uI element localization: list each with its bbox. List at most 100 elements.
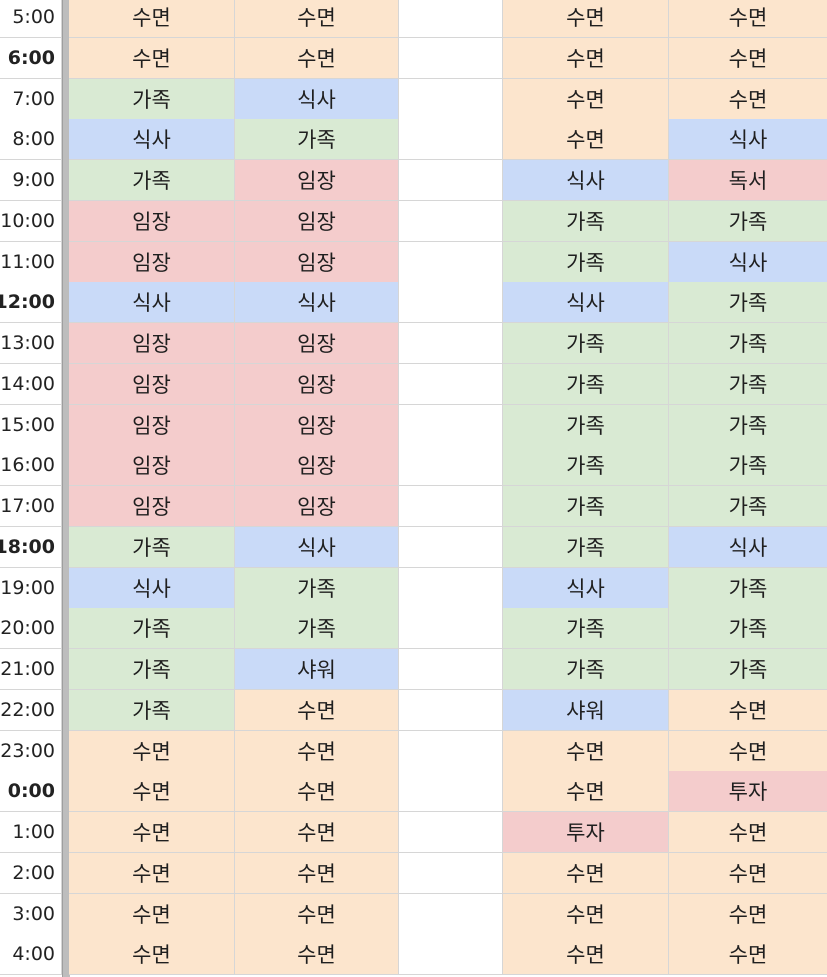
- schedule-cell[interactable]: 식사: [69, 119, 235, 161]
- schedule-cell[interactable]: 가족: [69, 160, 235, 201]
- schedule-cell[interactable]: 수면: [503, 893, 669, 935]
- time-label[interactable]: 23:00: [0, 730, 62, 772]
- empty-cell[interactable]: [399, 241, 503, 283]
- schedule-cell[interactable]: 샤워: [235, 649, 399, 690]
- empty-cell[interactable]: [399, 37, 503, 79]
- schedule-cell[interactable]: 식사: [503, 160, 669, 201]
- schedule-cell[interactable]: 수면: [235, 0, 399, 38]
- time-label[interactable]: 20:00: [0, 608, 62, 650]
- schedule-cell[interactable]: 식사: [669, 119, 827, 161]
- schedule-cell[interactable]: 식사: [503, 567, 669, 609]
- schedule-cell[interactable]: 가족: [69, 78, 235, 120]
- schedule-cell[interactable]: 가족: [503, 241, 669, 283]
- schedule-cell[interactable]: 수면: [69, 893, 235, 935]
- schedule-cell[interactable]: 가족: [69, 649, 235, 690]
- schedule-cell[interactable]: 임장: [235, 160, 399, 201]
- time-label[interactable]: 19:00: [0, 567, 62, 609]
- schedule-cell[interactable]: 수면: [235, 689, 399, 731]
- empty-cell[interactable]: [399, 78, 503, 120]
- time-label[interactable]: 17:00: [0, 486, 62, 527]
- time-label[interactable]: 11:00: [0, 241, 62, 283]
- schedule-cell[interactable]: 수면: [669, 730, 827, 772]
- time-label[interactable]: 5:00: [0, 0, 62, 38]
- empty-cell[interactable]: [399, 934, 503, 976]
- empty-cell[interactable]: [399, 893, 503, 935]
- empty-cell[interactable]: [399, 608, 503, 650]
- time-label[interactable]: 15:00: [0, 404, 62, 446]
- schedule-cell[interactable]: 가족: [503, 649, 669, 690]
- schedule-cell[interactable]: 수면: [69, 812, 235, 853]
- schedule-cell[interactable]: 가족: [503, 486, 669, 527]
- schedule-cell[interactable]: 임장: [69, 323, 235, 364]
- schedule-cell[interactable]: 수면: [69, 934, 235, 976]
- schedule-cell[interactable]: 수면: [669, 893, 827, 935]
- schedule-cell[interactable]: 수면: [503, 78, 669, 120]
- empty-cell[interactable]: [399, 730, 503, 772]
- schedule-cell[interactable]: 임장: [69, 486, 235, 527]
- schedule-cell[interactable]: 수면: [503, 730, 669, 772]
- schedule-cell[interactable]: 수면: [503, 852, 669, 894]
- time-label[interactable]: 12:00: [0, 282, 62, 324]
- empty-cell[interactable]: [399, 160, 503, 201]
- time-label[interactable]: 8:00: [0, 119, 62, 161]
- schedule-cell[interactable]: 식사: [669, 241, 827, 283]
- schedule-cell[interactable]: 수면: [235, 852, 399, 894]
- schedule-cell[interactable]: 가족: [669, 445, 827, 487]
- schedule-cell[interactable]: 임장: [235, 486, 399, 527]
- time-label[interactable]: 1:00: [0, 812, 62, 853]
- time-label[interactable]: 6:00: [0, 37, 62, 79]
- schedule-cell[interactable]: 수면: [503, 37, 669, 79]
- schedule-cell[interactable]: 가족: [69, 526, 235, 568]
- schedule-cell[interactable]: 가족: [503, 608, 669, 650]
- time-label[interactable]: 10:00: [0, 200, 62, 242]
- time-label[interactable]: 9:00: [0, 160, 62, 201]
- schedule-cell[interactable]: 수면: [235, 812, 399, 853]
- empty-cell[interactable]: [399, 689, 503, 731]
- schedule-cell[interactable]: 수면: [69, 0, 235, 38]
- schedule-cell[interactable]: 가족: [669, 323, 827, 364]
- schedule-cell[interactable]: 수면: [503, 934, 669, 976]
- schedule-cell[interactable]: 식사: [235, 78, 399, 120]
- schedule-cell[interactable]: 가족: [669, 649, 827, 690]
- time-label[interactable]: 21:00: [0, 649, 62, 690]
- schedule-cell[interactable]: 수면: [669, 0, 827, 38]
- empty-cell[interactable]: [399, 0, 503, 38]
- schedule-cell[interactable]: 임장: [235, 445, 399, 487]
- time-label[interactable]: 4:00: [0, 934, 62, 976]
- schedule-cell[interactable]: 수면: [669, 852, 827, 894]
- schedule-cell[interactable]: 수면: [669, 934, 827, 976]
- time-label[interactable]: 3:00: [0, 893, 62, 935]
- schedule-cell[interactable]: 수면: [669, 78, 827, 120]
- empty-cell[interactable]: [399, 119, 503, 161]
- schedule-cell[interactable]: 식사: [69, 282, 235, 324]
- time-label[interactable]: 22:00: [0, 689, 62, 731]
- schedule-cell[interactable]: 임장: [235, 200, 399, 242]
- schedule-cell[interactable]: 가족: [503, 363, 669, 405]
- schedule-cell[interactable]: 식사: [503, 282, 669, 324]
- schedule-cell[interactable]: 가족: [669, 282, 827, 324]
- schedule-cell[interactable]: 독서: [669, 160, 827, 201]
- time-label[interactable]: 14:00: [0, 363, 62, 405]
- schedule-cell[interactable]: 가족: [669, 486, 827, 527]
- schedule-cell[interactable]: 임장: [69, 363, 235, 405]
- schedule-cell[interactable]: 수면: [69, 37, 235, 79]
- schedule-cell[interactable]: 식사: [235, 526, 399, 568]
- time-label[interactable]: 2:00: [0, 852, 62, 894]
- schedule-cell[interactable]: 가족: [669, 608, 827, 650]
- schedule-cell[interactable]: 식사: [235, 282, 399, 324]
- schedule-cell[interactable]: 임장: [235, 404, 399, 446]
- schedule-cell[interactable]: 임장: [69, 445, 235, 487]
- schedule-cell[interactable]: 수면: [669, 37, 827, 79]
- schedule-cell[interactable]: 임장: [69, 200, 235, 242]
- schedule-cell[interactable]: 식사: [69, 567, 235, 609]
- empty-cell[interactable]: [399, 282, 503, 324]
- empty-cell[interactable]: [399, 486, 503, 527]
- schedule-cell[interactable]: 가족: [235, 567, 399, 609]
- schedule-cell[interactable]: 샤워: [503, 689, 669, 731]
- schedule-cell[interactable]: 가족: [235, 608, 399, 650]
- schedule-cell[interactable]: 수면: [235, 934, 399, 976]
- time-label[interactable]: 18:00: [0, 526, 62, 568]
- empty-cell[interactable]: [399, 771, 503, 813]
- time-label[interactable]: 13:00: [0, 323, 62, 364]
- schedule-cell[interactable]: 투자: [503, 812, 669, 853]
